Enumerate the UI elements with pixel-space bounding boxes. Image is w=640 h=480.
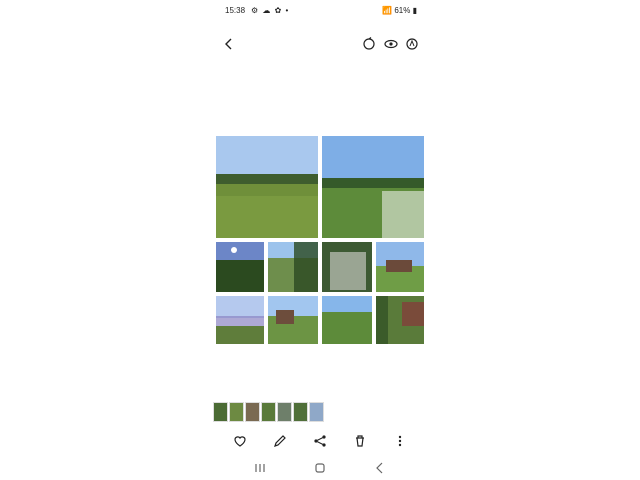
collage-image-5[interactable] — [322, 242, 372, 292]
filmstrip-thumb[interactable] — [277, 402, 292, 422]
collage-image-9[interactable] — [322, 296, 372, 344]
collage-image-4[interactable] — [268, 242, 318, 292]
auto-adjust-icon[interactable] — [404, 36, 420, 52]
nav-back-icon[interactable] — [371, 460, 389, 476]
collage-image-1[interactable] — [216, 136, 318, 238]
phone-screen: 15:38 ⚙ ☁ ✿ • 📶 61% ▮ — [213, 0, 427, 480]
status-bar: 15:38 ⚙ ☁ ✿ • 📶 61% ▮ — [213, 4, 427, 18]
bottom-toolbar — [213, 428, 427, 452]
recent-apps-icon[interactable] — [251, 460, 269, 476]
trash-icon[interactable] — [351, 432, 369, 450]
filmstrip-thumb[interactable] — [261, 402, 276, 422]
rotate-icon[interactable] — [361, 36, 377, 52]
back-arrow-icon[interactable] — [221, 36, 237, 52]
wifi-icon: 📶 — [382, 6, 393, 15]
collage-image-2[interactable] — [322, 136, 424, 238]
filmstrip-thumb[interactable] — [293, 402, 308, 422]
photo-collage[interactable] — [216, 136, 424, 344]
filmstrip-thumb[interactable] — [213, 402, 228, 422]
system-navbar — [213, 458, 427, 478]
collage-image-3[interactable] — [216, 242, 264, 292]
eye-icon[interactable] — [383, 36, 399, 52]
status-icons: ⚙ ☁ ✿ • — [251, 6, 290, 15]
filmstrip[interactable] — [213, 402, 427, 424]
status-time: 15:38 — [225, 6, 246, 15]
filmstrip-thumb[interactable] — [245, 402, 260, 422]
collage-image-10[interactable] — [376, 296, 424, 344]
collage-image-6[interactable] — [376, 242, 424, 292]
more-vertical-icon[interactable] — [391, 432, 409, 450]
battery-icon: ▮ — [412, 6, 417, 15]
filmstrip-thumb[interactable] — [309, 402, 324, 422]
status-right: 📶 61% ▮ — [382, 6, 417, 15]
pencil-icon[interactable] — [271, 432, 289, 450]
collage-image-7[interactable] — [216, 296, 264, 344]
battery-percent: 61% — [394, 6, 411, 15]
filmstrip-thumb[interactable] — [229, 402, 244, 422]
top-bar — [213, 30, 427, 56]
heart-icon[interactable] — [231, 432, 249, 450]
collage-image-8[interactable] — [268, 296, 318, 344]
home-icon[interactable] — [311, 460, 329, 476]
share-icon[interactable] — [311, 432, 329, 450]
